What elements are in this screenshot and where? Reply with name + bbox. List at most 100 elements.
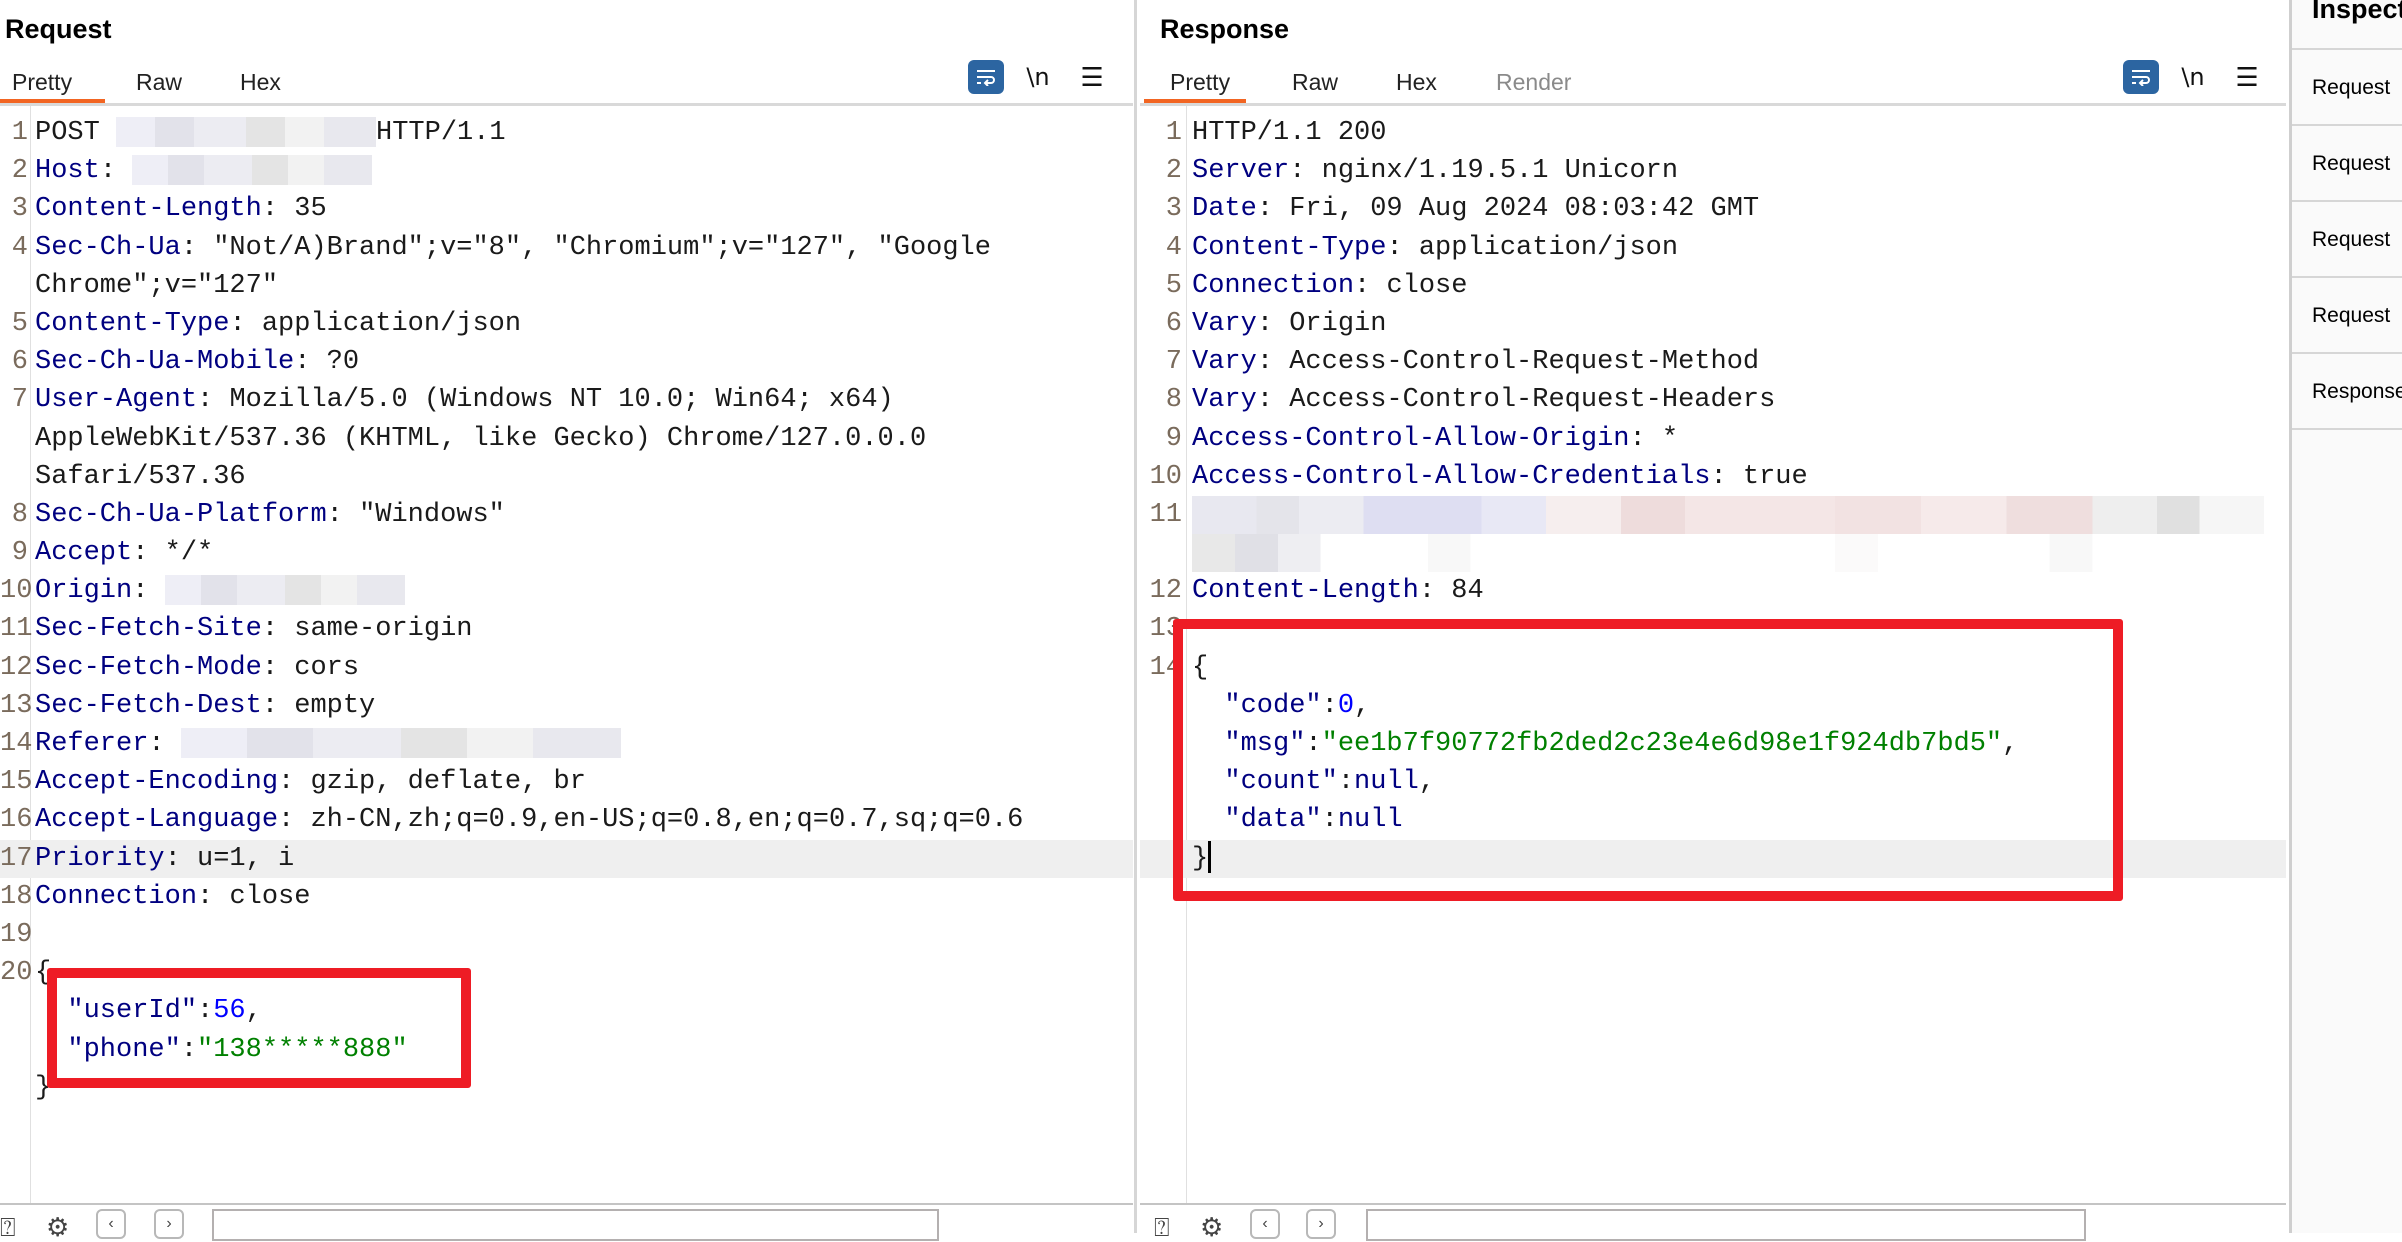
settings-icon[interactable]: ⚙	[46, 1213, 74, 1241]
request-search-input[interactable]	[212, 1209, 939, 1241]
header-colon: :	[197, 385, 230, 416]
response-search-input[interactable]	[1366, 1209, 2086, 1241]
settings-icon[interactable]: ⚙	[1200, 1213, 1228, 1241]
back-button[interactable]: ‹	[1250, 1209, 1280, 1239]
code-line: 6 Sec-Ch-Ua-Mobile: ?0	[0, 343, 1133, 381]
show-newlines-button[interactable]: \n	[1020, 60, 1056, 94]
request-tab-hex[interactable]: Hex	[240, 64, 281, 100]
redacted-text	[1192, 534, 2264, 573]
code-line: 20{	[0, 954, 1133, 992]
code-line: 3 Content-Length: 35	[0, 190, 1133, 228]
code-line: 4 Sec-Ch-Ua: "Not/A)Brand";v="8", "Chromi…	[0, 229, 1133, 267]
show-newlines-button[interactable]: \n	[2175, 60, 2211, 94]
line-text: Access-Control-Allow-Credentials: true	[1192, 458, 1808, 496]
help-icon[interactable]: ⍰	[0, 1213, 28, 1241]
header-colon: :	[1289, 156, 1322, 187]
response-tab-pretty[interactable]: Pretty	[1170, 64, 1230, 100]
response-tab-raw[interactable]: Raw	[1292, 64, 1338, 100]
json-null: null	[1354, 767, 1419, 798]
header-colon: :	[229, 308, 262, 339]
request-editor[interactable]: 1 POST HTTP/1.1 2 Host: 3 Content-Length: 35…	[0, 106, 1133, 1205]
line-text: "code":0,	[1192, 687, 1370, 725]
line-text: "userId":56,	[35, 992, 261, 1030]
inspector-title: Inspector	[2312, 0, 2402, 24]
request-bottom-bar: ⍰ ⚙ ‹ ›	[0, 1207, 1133, 1241]
line-number: 1	[1165, 118, 1182, 148]
header-name: Vary	[1192, 347, 1257, 378]
back-button[interactable]: ‹	[96, 1209, 126, 1239]
request-title: Request	[5, 14, 112, 44]
request-tab-pretty[interactable]: Pretty	[12, 64, 72, 100]
inspector-row[interactable]: Request	[2292, 200, 2402, 278]
forward-button[interactable]: ›	[154, 1209, 184, 1239]
json-key: "count"	[1224, 767, 1338, 798]
word-wrap-button[interactable]	[968, 60, 1004, 94]
line-number: 14	[1149, 652, 1182, 683]
code-line: 7 Vary: Access-Control-Request-Method	[1140, 343, 2286, 381]
code-token: :	[180, 1034, 198, 1065]
line-number: 10	[0, 576, 33, 607]
line-text: User-Agent: Mozilla/5.0 (Windows NT 10.0…	[35, 381, 894, 419]
header-value: 35	[294, 194, 327, 225]
line-text: Connection: close	[1192, 267, 1467, 305]
line-number: 19	[0, 919, 33, 950]
line-number: 9	[11, 538, 28, 569]
inspector-row[interactable]: Request	[2292, 48, 2402, 126]
menu-icon[interactable]: ☰	[2229, 60, 2265, 94]
code-line: 11 Sec-Fetch-Site: same-origin	[0, 610, 1133, 648]
line-text	[1192, 495, 2264, 534]
line-text: Priority: u=1, i	[35, 840, 1125, 878]
response-tab-hex[interactable]: Hex	[1396, 64, 1437, 100]
forward-button[interactable]: ›	[1306, 1209, 1336, 1239]
line-text: Content-Type: application/json	[1192, 229, 1678, 267]
header-value: gzip, deflate, br	[310, 767, 586, 798]
line-number: 9	[1165, 423, 1182, 454]
code-line: 1 HTTP/1.1 200	[1140, 114, 2286, 152]
inspector-row[interactable]: Request	[2292, 124, 2402, 202]
line-text: Access-Control-Allow-Origin: *	[1192, 420, 1678, 458]
help-icon[interactable]: ⍰	[1154, 1213, 1182, 1241]
line-number: 2	[1165, 156, 1182, 187]
line-number: 16	[0, 805, 33, 836]
panel-divider[interactable]	[1134, 0, 1137, 1233]
menu-icon[interactable]: ☰	[1074, 60, 1110, 94]
response-editor[interactable]: 1 HTTP/1.1 200 2 Server: nginx/1.19.5.1 Uni…	[1140, 106, 2286, 1205]
code-token: :	[197, 996, 214, 1027]
text-caret	[1208, 841, 1212, 874]
line-text: Connection: close	[35, 878, 310, 916]
inspector-row[interactable]: Request	[2292, 276, 2402, 354]
request-tab-raw[interactable]: Raw	[136, 64, 182, 100]
code-line: Safari/537.36	[0, 458, 1133, 496]
word-wrap-button[interactable]	[2123, 60, 2159, 94]
line-number: 13	[0, 690, 33, 721]
line-text: Content-Length: 35	[35, 190, 327, 228]
redacted-text	[1192, 495, 2264, 534]
line-number: 1	[11, 118, 28, 148]
code-line: 11	[1140, 495, 2286, 534]
inspector-row[interactable]: Response	[2292, 352, 2402, 430]
header-value: u=1, i	[197, 843, 295, 874]
line-number: 13	[1149, 614, 1182, 645]
line-text: Content-Type: application/json	[35, 305, 521, 343]
line-number: 8	[1165, 385, 1182, 416]
header-value: zh-CN,zh;q=0.9,en-US;q=0.8,en;q=0.7,sq;q…	[310, 805, 1024, 836]
header-name: Connection	[35, 881, 198, 912]
header-colon: :	[132, 576, 165, 607]
header-colon: :	[1256, 308, 1290, 339]
header-value: *	[1661, 423, 1679, 454]
response-tab-render[interactable]: Render	[1496, 64, 1571, 100]
line-text: Accept: */*	[35, 534, 213, 572]
line-text: Sec-Ch-Ua-Mobile: ?0	[35, 343, 359, 381]
line-text: POST HTTP/1.1	[35, 114, 506, 152]
word-wrap-icon	[2132, 70, 2150, 86]
header-colon: :	[278, 805, 311, 836]
header-value: cors	[294, 652, 360, 683]
code-line: 16 Accept-Language: zh-CN,zh;q=0.9,en-US;…	[0, 801, 1133, 839]
code-line: "userId":56,	[0, 992, 1133, 1030]
header-colon: :	[261, 194, 295, 225]
code-token: :	[1305, 729, 1322, 759]
line-number: 15	[0, 767, 33, 798]
code-token: ,	[1418, 767, 1436, 798]
line-number: 6	[11, 347, 28, 378]
